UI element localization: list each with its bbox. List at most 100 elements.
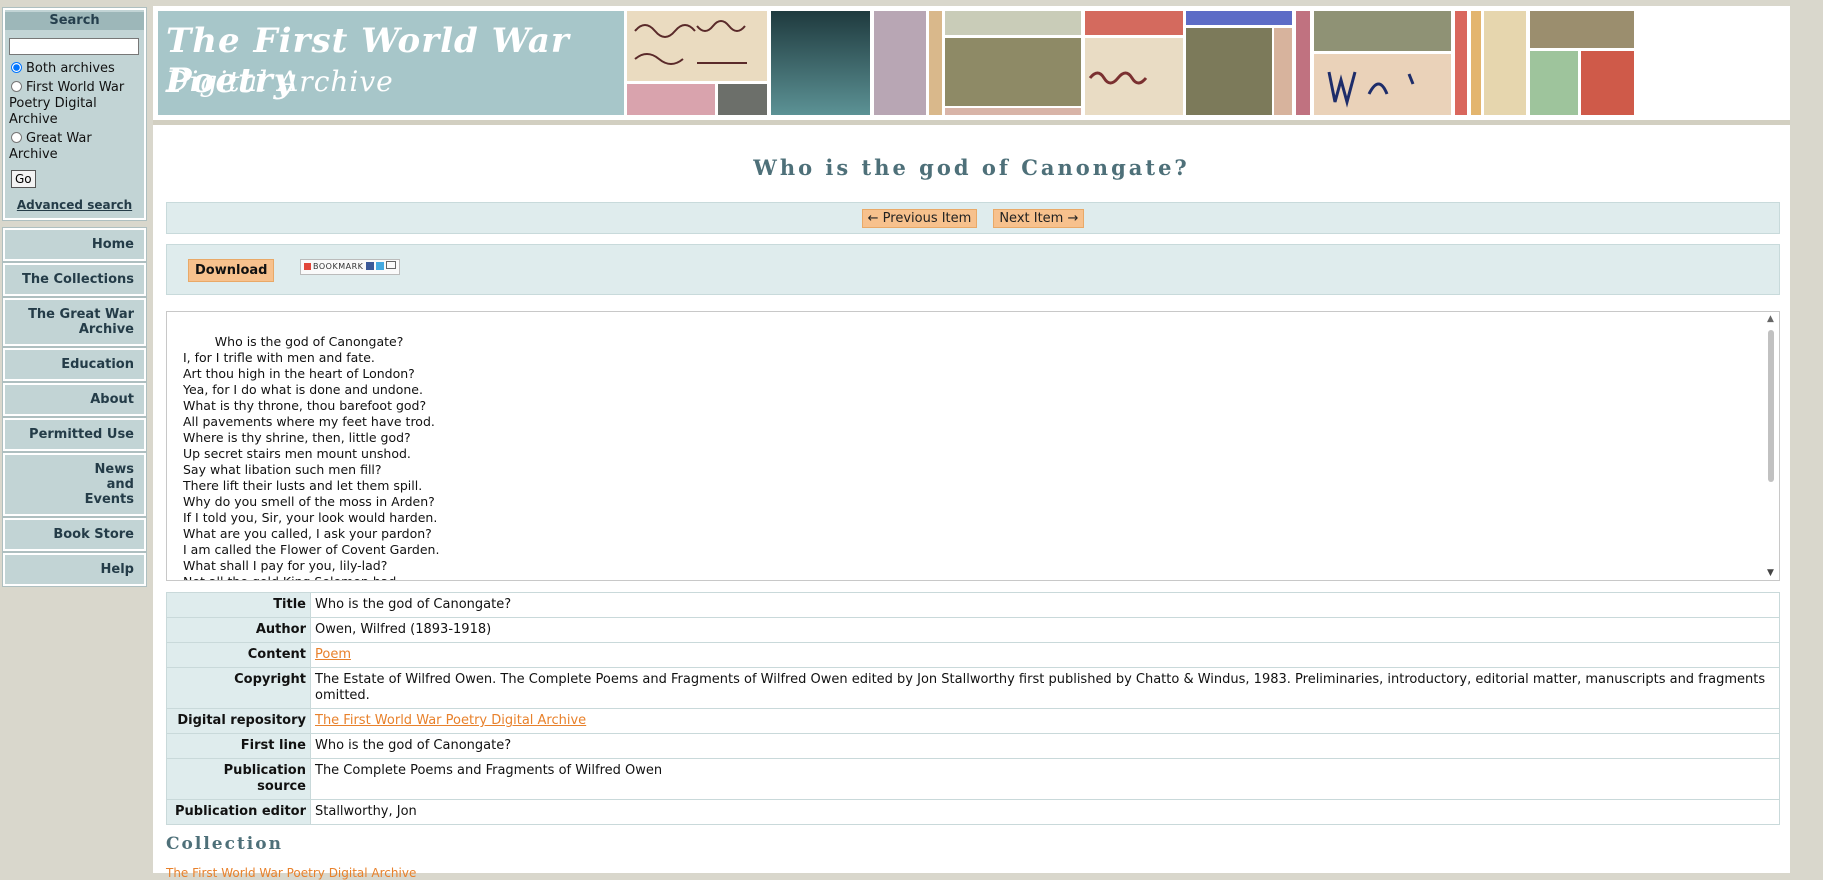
collage-green-image <box>1530 51 1578 115</box>
poem-text-area[interactable]: Who is the god of Canongate? I, for I tr… <box>166 311 1780 581</box>
facebook-icon <box>366 262 375 270</box>
collage-soldier-portrait <box>771 11 870 115</box>
meta-title-label: Title <box>166 592 311 618</box>
table-row: Content Poem <box>166 642 1780 668</box>
email-icon <box>386 261 397 269</box>
table-row: Publication editor Stallworthy, Jon <box>166 799 1780 825</box>
table-row: Digital repository The First World War P… <box>166 708 1780 734</box>
collage-letter-image <box>1085 38 1183 115</box>
table-row: First line Who is the god of Canongate? <box>166 733 1780 759</box>
radio-both-archives-input[interactable] <box>11 62 22 73</box>
collage-bottom-image <box>945 108 1081 115</box>
collage-handwriting-image <box>627 11 767 81</box>
meta-content-label: Content <box>166 642 311 668</box>
main-nav: Home The Collections The Great War Archi… <box>2 227 147 587</box>
collage-poppy-image <box>1085 11 1183 35</box>
radio-both-archives[interactable]: Both archives <box>9 61 140 77</box>
meta-firstline-label: First line <box>166 733 311 759</box>
bookmark-label: BOOKMARK <box>313 262 364 271</box>
meta-content-cell: Poem <box>310 642 1780 668</box>
handwriting-scribble-icon <box>634 20 747 65</box>
collage-trench-image <box>945 38 1081 106</box>
collage-nurse-image <box>874 11 926 115</box>
collage-soldiers-silhouette-image <box>1530 11 1634 48</box>
search-heading: Search <box>5 12 144 30</box>
script-scribble-icon <box>1327 71 1415 108</box>
nav-about[interactable]: About <box>2 382 147 417</box>
nav-great-war-archive[interactable]: The Great War Archive <box>2 297 147 347</box>
collage-blue-image <box>1186 11 1292 25</box>
previous-item-button[interactable]: ← Previous Item <box>861 209 978 228</box>
nav-help[interactable]: Help <box>2 552 147 587</box>
meta-copyright-value: The Estate of Wilfred Owen. The Complete… <box>310 667 1780 709</box>
search-input[interactable] <box>9 38 139 55</box>
tools-bar: Download BOOKMARK <box>166 244 1780 295</box>
collage-helmet-soldier-image <box>1186 28 1272 115</box>
nav-education[interactable]: Education <box>2 347 147 382</box>
meta-author-value: Owen, Wilfred (1893-1918) <box>310 617 1780 643</box>
table-row: Copyright The Estate of Wilfred Owen. Th… <box>166 667 1780 709</box>
collage-strip-image <box>929 11 942 115</box>
table-row: Publication source The Complete Poems an… <box>166 758 1780 800</box>
meta-title-value: Who is the god of Canongate? <box>310 592 1780 618</box>
poem-text: Who is the god of Canongate? I, for I tr… <box>183 334 440 580</box>
next-item-button[interactable]: Next Item → <box>993 209 1085 228</box>
meta-pubsource-label: Publication source <box>166 758 311 800</box>
nav-permitted-use[interactable]: Permitted Use <box>2 417 147 452</box>
metadata-table: Title Who is the god of Canongate? Autho… <box>166 592 1780 825</box>
meta-repository-label: Digital repository <box>166 708 311 734</box>
meta-author-label: Author <box>166 617 311 643</box>
radio-great-war-archive[interactable]: Great War Archive <box>9 131 140 163</box>
site-banner: The First World War Poetry Digital Archi… <box>153 6 1790 125</box>
letter-scribble-icon <box>1088 71 1148 85</box>
collage-script-image <box>1314 54 1451 115</box>
meta-firstline-value: Who is the god of Canongate? <box>310 733 1780 759</box>
nav-news-and-events[interactable]: News and Events <box>2 452 147 517</box>
collage-thin-strip-image <box>1455 11 1467 115</box>
meta-pubsource-value: The Complete Poems and Fragments of Wilf… <box>310 758 1780 800</box>
meta-repository-cell: The First World War Poetry Digital Archi… <box>310 708 1780 734</box>
page-title: Who is the god of Canongate? <box>753 155 1190 180</box>
table-row: Author Owen, Wilfred (1893-1918) <box>166 617 1780 643</box>
bookmark-button[interactable]: BOOKMARK <box>300 259 401 275</box>
download-button[interactable]: Download <box>188 259 275 282</box>
nav-the-collections[interactable]: The Collections <box>2 262 147 297</box>
radio-fwwpda-label: First World War Poetry Digital Archive <box>9 80 125 127</box>
collage-sketch-image <box>945 11 1081 35</box>
meta-pubeditor-value: Stallworthy, Jon <box>310 799 1780 825</box>
collage-red-image <box>1581 51 1634 115</box>
search-panel: Search Both archives First World War Poe… <box>2 7 147 221</box>
meta-pubeditor-label: Publication editor <box>166 799 311 825</box>
site-logo[interactable]: The First World War Poetry Digital Archi… <box>158 11 624 115</box>
radio-fwwpda-input[interactable] <box>11 81 22 92</box>
collage-thin-strip-2-image <box>1471 11 1481 115</box>
addthis-icon <box>304 263 311 270</box>
go-button[interactable]: Go <box>11 170 36 188</box>
poem-scrollbar[interactable]: ▲ ▼ <box>1764 312 1779 580</box>
radio-both-archives-label: Both archives <box>26 61 115 76</box>
scroll-down-icon[interactable]: ▼ <box>1767 568 1774 578</box>
collage-paper-image <box>1484 11 1526 115</box>
radio-great-war-archive-input[interactable] <box>11 132 22 143</box>
meta-content-link[interactable]: Poem <box>315 647 351 662</box>
radio-fwwpda[interactable]: First World War Poetry Digital Archive <box>9 80 140 128</box>
meta-repository-link[interactable]: The First World War Poetry Digital Archi… <box>315 713 586 728</box>
sidebar: Search Both archives First World War Poe… <box>2 7 147 588</box>
advanced-search-link[interactable]: Advanced search <box>9 198 140 212</box>
scroll-thumb[interactable] <box>1768 330 1774 482</box>
nav-book-store[interactable]: Book Store <box>2 517 147 552</box>
collage-people-image <box>718 84 767 115</box>
collage-stamp-image <box>1274 28 1292 115</box>
twitter-icon <box>376 262 385 270</box>
logo-line-2: Digital Archive <box>166 65 394 98</box>
nav-home[interactable]: Home <box>2 227 147 262</box>
collage-ruins-image <box>1314 11 1451 51</box>
item-pager: ← Previous Item Next Item → <box>166 202 1780 234</box>
collage-pink-image <box>627 84 715 115</box>
collage-red-strip-image <box>1296 11 1310 115</box>
table-row: Title Who is the god of Canongate? <box>166 592 1780 618</box>
collection-link[interactable]: The First World War Poetry Digital Archi… <box>166 866 416 880</box>
meta-copyright-label: Copyright <box>166 667 311 709</box>
main-content: Who is the god of Canongate? ← Previous … <box>153 125 1790 880</box>
scroll-up-icon[interactable]: ▲ <box>1767 314 1774 324</box>
